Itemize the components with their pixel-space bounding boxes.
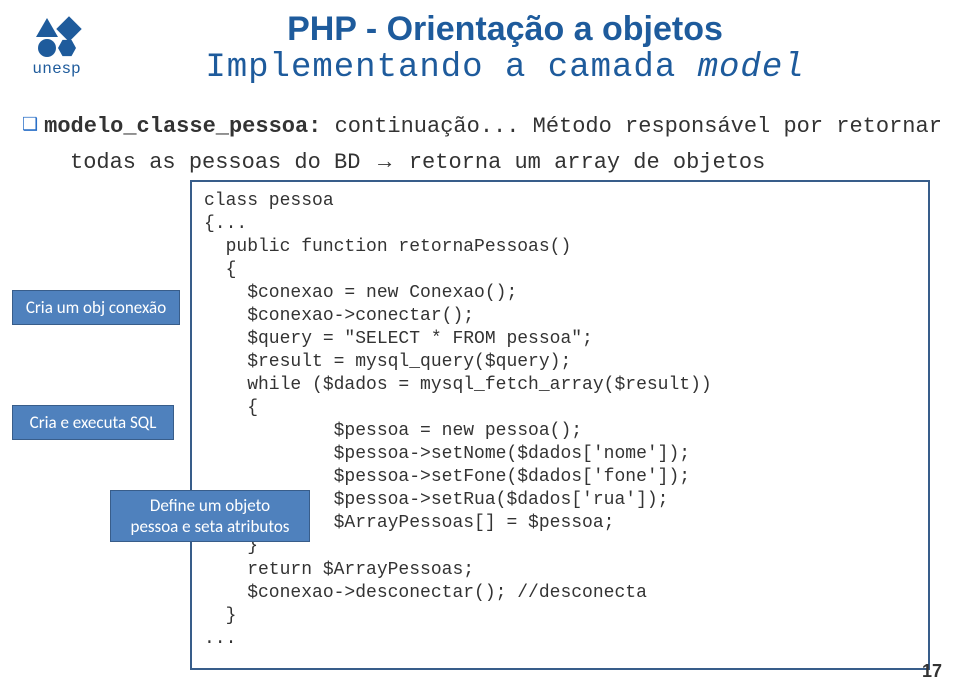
code-block: class pessoa {... public function retorn… <box>190 180 930 670</box>
logo-shape-square <box>56 16 81 41</box>
annotation-objeto: Define um objeto pessoa e seta atributos <box>110 490 310 542</box>
slide-title: PHP - Orientação a objetos Implementando… <box>120 10 890 87</box>
title-line2: Implementando a camada model <box>120 49 890 87</box>
logo-mark <box>12 18 102 38</box>
title-line2-b: model <box>698 49 805 87</box>
subtitle2-a: todas as pessoas do BD <box>70 150 374 175</box>
logo-shape-hex <box>58 39 76 57</box>
annotation-conexao: Cria um obj conexão <box>12 290 180 325</box>
page-number: 17 <box>922 661 942 682</box>
logo-shape-triangle <box>36 18 58 37</box>
subtitle-bold: modelo_classe_pessoa: <box>44 114 321 139</box>
unesp-logo: unesp <box>12 18 102 78</box>
annotation-objeto-l2: pessoa e seta atributos <box>131 516 290 537</box>
annotation-sql: Cria e executa SQL <box>12 405 174 440</box>
logo-text: unesp <box>12 60 102 78</box>
arrow-icon: → <box>374 148 396 173</box>
logo-shape-circle <box>38 39 56 57</box>
subtitle-rest: continuação... Método responsável por re… <box>321 114 942 139</box>
title-line1: PHP - Orientação a objetos <box>120 10 890 49</box>
annotation-objeto-l1: Define um objeto <box>150 495 270 516</box>
bullet-icon: ❑ <box>22 114 38 134</box>
subtitle-line1: ❑ modelo_classe_pessoa: continuação... Mé… <box>22 114 942 139</box>
title-line2-a: Implementando a camada <box>205 49 697 87</box>
subtitle2-b: retorna um array de objetos <box>396 150 766 175</box>
logo-mark-row2 <box>12 39 102 57</box>
subtitle-line2: todas as pessoas do BD → retorna um arra… <box>70 148 765 175</box>
